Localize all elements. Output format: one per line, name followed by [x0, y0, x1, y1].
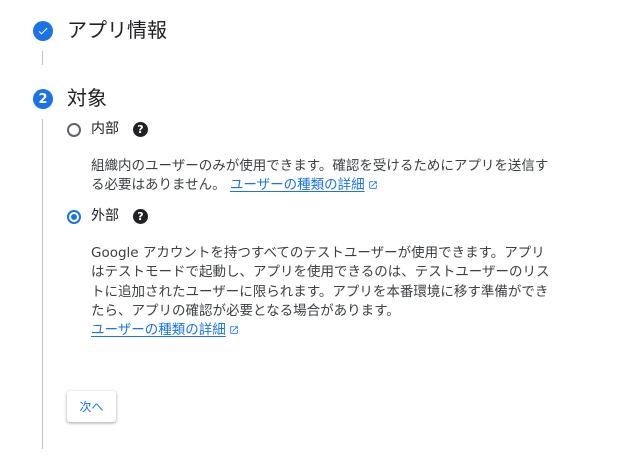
internal-help-icon[interactable]: ? — [133, 122, 148, 137]
step-2-number: 2 — [38, 91, 48, 107]
step-2-content-line — [42, 119, 43, 449]
internal-radio[interactable] — [67, 123, 81, 137]
external-description: Google アカウントを持つすべてのテストユーザーが使用できます。アプリはテス… — [91, 245, 550, 339]
oauth-consent-stepper: アプリ情報 2 対象 内部 ? 組織内のユーザーのみが使用できます。確認を受ける… — [0, 0, 623, 459]
internal-description: 組織内のユーザーのみが使用できます。確認を受けるためにアプリを送信する必要はあり… — [91, 158, 549, 194]
external-label[interactable]: 外部 — [91, 209, 119, 223]
open-in-new-icon — [229, 326, 238, 334]
next-button[interactable]: 次へ — [67, 391, 116, 422]
internal-label[interactable]: 内部 — [91, 122, 119, 136]
check-icon — [38, 27, 48, 35]
step-connector-line — [42, 51, 43, 65]
internal-user-type-link[interactable]: ユーザーの種類の詳細 — [230, 177, 378, 193]
step-2-title: 対象 — [67, 86, 107, 110]
step-2-number-badge: 2 — [33, 89, 53, 109]
step-1-check-icon — [33, 21, 53, 41]
external-user-type-link[interactable]: ユーザーの種類の詳細 — [91, 322, 239, 338]
open-in-new-icon — [368, 181, 377, 190]
external-radio[interactable] — [67, 210, 81, 224]
external-help-icon[interactable]: ? — [133, 209, 148, 224]
step-1-title[interactable]: アプリ情報 — [67, 20, 167, 40]
